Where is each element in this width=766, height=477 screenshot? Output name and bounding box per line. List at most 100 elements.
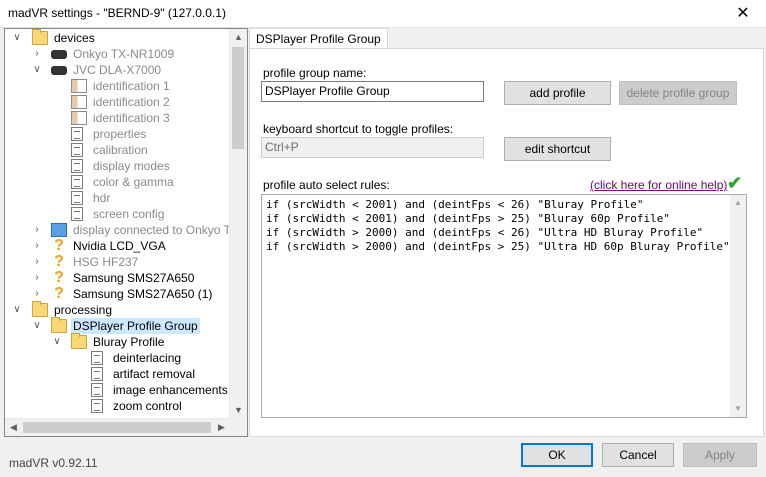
tree-item-label[interactable]: JVC DLA-X7000 [71, 62, 163, 78]
tree-item[interactable]: image enhancements [5, 382, 229, 398]
scroll-thumb[interactable] [232, 47, 244, 149]
tree-item-label[interactable]: devices [52, 30, 97, 46]
expand-icon[interactable]: › [31, 238, 43, 254]
tree-item-label[interactable]: artifact removal [111, 366, 197, 382]
expand-icon[interactable]: › [31, 222, 43, 238]
document-icon [71, 191, 83, 205]
tree-item[interactable]: display modes [5, 158, 229, 174]
tree-vertical-scrollbar[interactable]: ▲ ▼ [229, 29, 247, 419]
tab-dsplayer-profile-group[interactable]: DSPlayer Profile Group [249, 28, 388, 49]
tree-item[interactable]: ∨ devices [5, 29, 229, 46]
tree-item[interactable]: ∨ DSPlayer Profile Group [5, 317, 229, 334]
expand-icon[interactable]: › [31, 286, 43, 302]
tree-item[interactable]: color & gamma [5, 174, 229, 190]
group-name-input[interactable]: DSPlayer Profile Group [261, 81, 484, 102]
document-icon [71, 207, 83, 221]
tree-item[interactable]: screen config [5, 206, 229, 222]
window-title: madVR settings - "BERND-9" (127.0.0.1) [8, 6, 226, 20]
document-icon [91, 383, 103, 397]
tree-item[interactable]: ›? Samsung SMS27A650 [5, 270, 229, 286]
tree-item-label[interactable]: Samsung SMS27A650 [71, 270, 196, 286]
rules-label: profile auto select rules: [263, 178, 390, 192]
tree-item-label[interactable]: Nvidia LCD_VGA [71, 238, 168, 254]
tree-item-label[interactable]: identification 2 [91, 94, 172, 110]
tree-item[interactable]: ∨ Bluray Profile [5, 333, 229, 350]
tree-item-label[interactable]: properties [91, 126, 148, 142]
ok-button[interactable]: OK [521, 443, 593, 467]
tree-item-label[interactable]: HSG HF237 [71, 254, 140, 270]
tree-horizontal-scrollbar[interactable]: ◀ ▶ [5, 418, 230, 436]
tree-item-label[interactable]: Bluray Profile [91, 334, 166, 350]
settings-tree[interactable]: ∨ devices › Onkyo TX-NR1009 ∨ JVC DLA-X7000 id… [4, 28, 248, 437]
tree-item[interactable]: ›? Nvidia LCD_VGA [5, 238, 229, 254]
apply-button[interactable]: Apply [683, 443, 757, 467]
scroll-right-icon[interactable]: ▶ [213, 419, 230, 436]
id-card-icon [71, 111, 87, 125]
collapse-icon[interactable]: ∨ [31, 62, 43, 78]
tree-item-label[interactable]: processing [52, 302, 114, 318]
online-help-link[interactable]: (click here for online help) [590, 178, 727, 192]
rules-scrollbar[interactable]: ▲ ▼ [730, 195, 746, 417]
collapse-icon[interactable]: ∨ [11, 302, 23, 318]
tree-item[interactable]: artifact removal [5, 366, 229, 382]
tree-item-label[interactable]: calibration [91, 142, 150, 158]
tree-item[interactable]: identification 1 [5, 78, 229, 94]
scroll-thumb-horizontal[interactable] [23, 422, 211, 433]
tree-item-label[interactable]: identification 3 [91, 110, 172, 126]
scroll-left-icon[interactable]: ◀ [5, 419, 22, 436]
rules-text[interactable]: if (srcWidth < 2001) and (deintFps < 26)… [262, 195, 734, 257]
tree-item-label[interactable]: display modes [91, 158, 172, 174]
tree-item[interactable]: identification 2 [5, 94, 229, 110]
tree-item[interactable]: deinterlacing [5, 350, 229, 366]
tree-item[interactable]: properties [5, 126, 229, 142]
scroll-up-icon[interactable]: ▲ [230, 29, 247, 46]
tree-item[interactable]: hdr [5, 190, 229, 206]
expand-icon[interactable]: › [31, 254, 43, 270]
scroll-down-icon[interactable]: ▼ [230, 402, 247, 419]
collapse-icon[interactable]: ∨ [51, 334, 63, 350]
question-icon: ? [54, 269, 64, 286]
tree-item-label[interactable]: Onkyo TX-NR1009 [71, 46, 176, 62]
tree-item-label[interactable]: color & gamma [91, 174, 176, 190]
tree-item-label[interactable]: DSPlayer Profile Group [71, 318, 200, 334]
document-icon [91, 399, 103, 413]
tree-item-label[interactable]: Samsung SMS27A650 (1) [71, 286, 214, 302]
cancel-button[interactable]: Cancel [602, 443, 674, 467]
tree-item[interactable]: › Onkyo TX-NR1009 [5, 46, 229, 62]
tree-item[interactable]: ›? HSG HF237 [5, 254, 229, 270]
close-icon[interactable]: ✕ [720, 0, 766, 27]
profile-group-page: profile group name: DSPlayer Profile Gro… [249, 48, 764, 437]
add-profile-button[interactable]: add profile [504, 81, 611, 105]
tree-item[interactable]: ∨ JVC DLA-X7000 [5, 62, 229, 78]
folder-icon [71, 333, 87, 349]
delete-profile-group-button[interactable]: delete profile group [619, 81, 737, 105]
expand-icon[interactable]: › [31, 270, 43, 286]
scroll-down-icon[interactable]: ▼ [730, 401, 746, 417]
edit-shortcut-button[interactable]: edit shortcut [504, 137, 611, 161]
rules-textarea[interactable]: if (srcWidth < 2001) and (deintFps < 26)… [261, 194, 747, 418]
tree-item[interactable]: calibration [5, 142, 229, 158]
question-icon: ? [54, 253, 64, 270]
shortcut-field: Ctrl+P [261, 137, 484, 158]
tree-item[interactable]: ›? Samsung SMS27A650 (1) [5, 286, 229, 302]
tree-item[interactable]: zoom control [5, 398, 229, 414]
expand-icon[interactable]: › [31, 46, 43, 62]
tree-item-label[interactable]: screen config [91, 206, 166, 222]
document-icon [71, 127, 83, 141]
tree-item[interactable]: ∨ processing [5, 301, 229, 318]
tree-item-label[interactable]: display connected to Onkyo TX-N [71, 222, 247, 238]
id-card-icon [71, 79, 87, 93]
tree-item[interactable]: › display connected to Onkyo TX-N [5, 222, 247, 238]
collapse-icon[interactable]: ∨ [31, 318, 43, 334]
tree-item-label[interactable]: identification 1 [91, 78, 172, 94]
collapse-icon[interactable]: ∨ [11, 30, 23, 46]
tree-item-label[interactable]: image enhancements [111, 382, 230, 398]
document-icon [71, 175, 83, 189]
tree-item-label[interactable]: hdr [91, 190, 112, 206]
document-icon [91, 367, 103, 381]
scroll-corner [230, 419, 247, 436]
tree-item-label[interactable]: deinterlacing [111, 350, 183, 366]
tree-item-label[interactable]: zoom control [111, 398, 184, 414]
scroll-up-icon[interactable]: ▲ [730, 195, 746, 211]
tree-item[interactable]: identification 3 [5, 110, 229, 126]
